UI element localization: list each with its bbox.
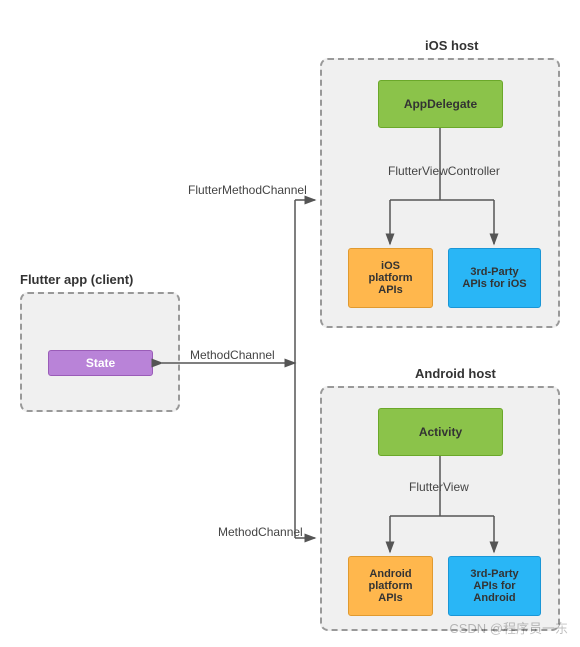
watermark-text: CSDN @程序员一东 (449, 618, 568, 637)
ios-platform-apis-node: iOSplatformAPIs (348, 248, 433, 308)
flutter-method-channel-label: FlutterMethodChannel (188, 183, 307, 197)
method-channel-label-bottom: MethodChannel (218, 525, 303, 539)
ios-host-title: iOS host (425, 38, 478, 53)
android-platform-apis-node: AndroidplatformAPIs (348, 556, 433, 616)
state-node: State (48, 350, 153, 376)
flutter-view-controller-label: FlutterViewController (388, 164, 500, 178)
third-party-android-node: 3rd-PartyAPIs forAndroid (448, 556, 541, 616)
flutter-view-label: FlutterView (409, 480, 469, 494)
third-party-ios-node: 3rd-PartyAPIs for iOS (448, 248, 541, 308)
method-channel-label-top: MethodChannel (190, 348, 275, 362)
appdelegate-node: AppDelegate (378, 80, 503, 128)
activity-node: Activity (378, 408, 503, 456)
android-host-title: Android host (415, 366, 496, 381)
flutter-client-title: Flutter app (client) (20, 272, 133, 287)
